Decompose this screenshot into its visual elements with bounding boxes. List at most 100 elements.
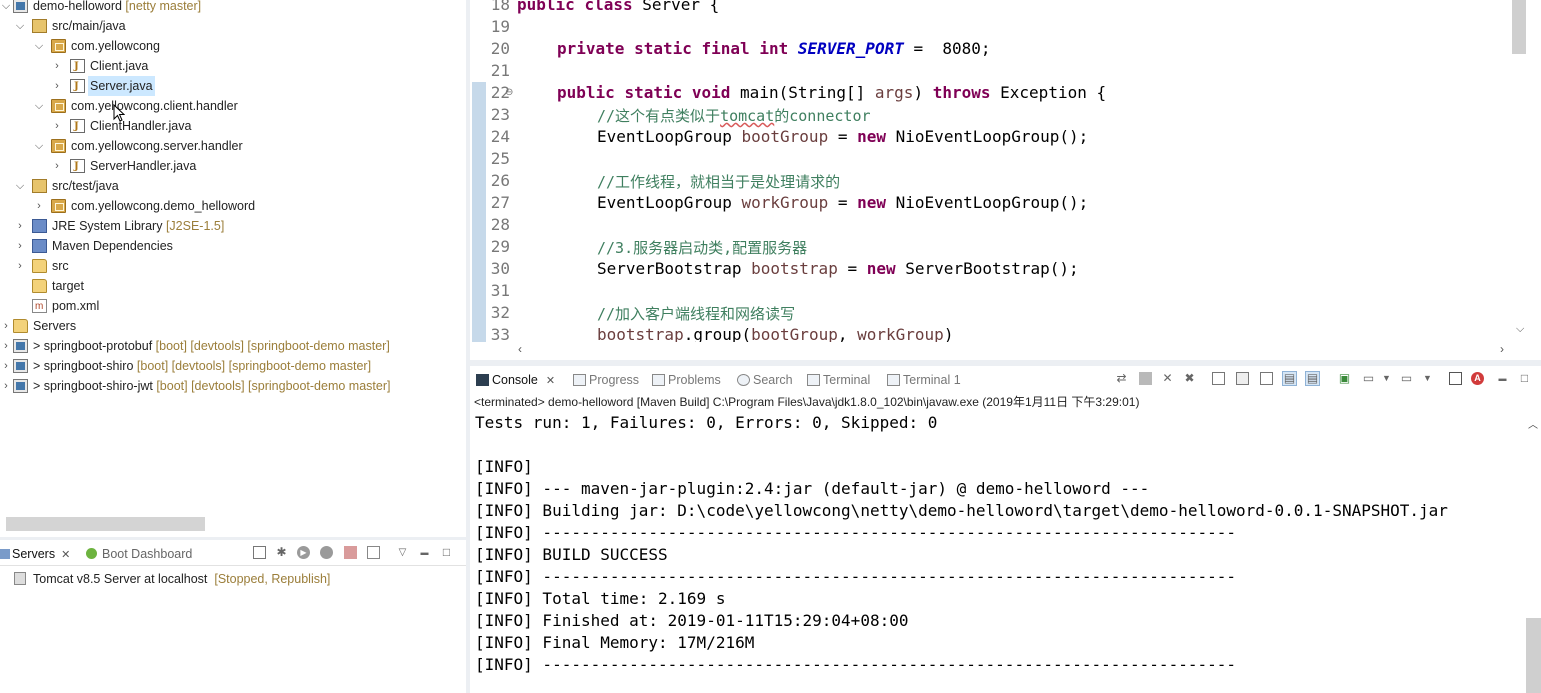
keyword: class (584, 0, 633, 14)
collapse-arrow-icon[interactable]: ⌵ (14, 16, 26, 36)
expand-arrow-icon[interactable]: › (51, 156, 63, 176)
minimize-icon[interactable]: ▬ (418, 546, 431, 559)
expand-arrow-icon[interactable]: › (14, 236, 26, 256)
java-file-icon (70, 157, 85, 177)
line-number: 30 (490, 259, 510, 278)
collapse-arrow-icon[interactable]: ⌵ (33, 36, 45, 56)
display-console-icon[interactable]: ▭ (1362, 372, 1375, 385)
expand-arrow-icon[interactable]: › (0, 316, 12, 336)
spelling-error: tomcat (720, 107, 775, 125)
expand-arrow-icon[interactable]: › (0, 356, 12, 376)
dropdown-arrow-icon[interactable]: ▼ (1421, 372, 1434, 385)
comment: //工作线程，就相当于是处理请求的 (597, 173, 841, 191)
tab-servers[interactable]: Servers ✕ (0, 545, 70, 563)
minimize-icon[interactable]: ▬ (1496, 372, 1509, 385)
search-icon (737, 374, 750, 386)
collapse-arrow-icon[interactable]: ⌵ (0, 0, 12, 16)
tab-search[interactable]: Search (737, 371, 793, 389)
remove-launch-icon[interactable]: ✕ (1161, 372, 1174, 385)
tree-item-label: com.yellowcong.server.handler (71, 139, 243, 153)
collapse-arrow-icon[interactable]: ⌵ (33, 96, 45, 116)
stop-server-icon[interactable] (344, 546, 357, 559)
code-text: = (837, 259, 867, 278)
vertical-scrollbar-thumb[interactable] (1526, 618, 1541, 693)
tab-problems[interactable]: Problems (652, 371, 721, 389)
keyword: int (759, 39, 789, 58)
remove-all-terminated-icon[interactable]: ✖ (1183, 372, 1196, 385)
publish-icon[interactable] (367, 546, 380, 559)
line-number: 18 (490, 0, 510, 14)
tab-label: Terminal (823, 373, 871, 387)
project-explorer: ⌵ demo-helloword [netty master] ⌵ src/ma… (0, 0, 466, 537)
keyword: public (557, 83, 615, 102)
collapse-arrow-icon[interactable]: ⌵ (14, 176, 26, 196)
close-icon[interactable]: ✕ (546, 375, 555, 387)
code-text: EventLoopGroup (597, 127, 742, 146)
tab-terminal-1[interactable]: Terminal 1 (887, 371, 961, 389)
profile-icon[interactable] (320, 546, 333, 559)
maven-project-icon (13, 379, 28, 393)
tree-item-label: target (52, 279, 84, 293)
console-line: [INFO] BUILD SUCCESS (475, 545, 668, 564)
expand-arrow-icon[interactable]: › (51, 76, 63, 96)
scroll-up-icon[interactable]: ︿ (1528, 416, 1538, 431)
collapse-all-icon[interactable] (253, 546, 266, 559)
tree-item-label: demo-helloword (33, 0, 122, 13)
keyword: final (701, 39, 750, 58)
maximize-icon[interactable]: □ (440, 546, 453, 559)
open-console-icon[interactable]: ▭ (1400, 372, 1413, 385)
expand-arrow-icon[interactable]: › (51, 116, 63, 136)
word-wrap-icon[interactable] (1260, 372, 1273, 385)
editor-horizontal-scrollbar[interactable]: ‹ › (470, 342, 1541, 360)
scroll-down-icon[interactable]: ⌵ (1516, 323, 1524, 336)
terminate-icon[interactable] (1139, 372, 1152, 385)
collapse-arrow-icon[interactable]: ⌵ (33, 136, 45, 156)
scroll-right-icon[interactable]: › (1500, 342, 1504, 356)
close-icon[interactable]: ✕ (61, 549, 70, 561)
fold-collapse-icon[interactable]: ⊖ (505, 87, 513, 98)
tab-terminal[interactable]: Terminal (807, 371, 870, 389)
tree-item-label: > springboot-shiro-jwt (33, 379, 153, 393)
keyword: void (691, 83, 731, 102)
ant-icon[interactable]: A (1471, 372, 1484, 385)
print-icon[interactable] (1449, 372, 1462, 385)
line-number: 20 (490, 39, 510, 58)
source-folder-icon (32, 179, 47, 193)
tab-label: Servers (12, 547, 56, 561)
scroll-left-icon[interactable]: ‹ (518, 342, 522, 356)
expand-arrow-icon[interactable]: › (51, 56, 63, 76)
maximize-icon[interactable]: □ (1518, 372, 1531, 385)
start-server-icon[interactable]: ▶ (297, 546, 310, 559)
comment: //3.服务器启动类,配置服务器 (597, 239, 808, 257)
dropdown-arrow-icon[interactable]: ▼ (1380, 372, 1393, 385)
vertical-scrollbar-thumb[interactable] (1512, 0, 1526, 54)
tab-progress[interactable]: Progress (573, 371, 639, 389)
line-number: 25 (490, 149, 510, 168)
expand-arrow-icon[interactable]: › (14, 256, 26, 276)
tree-item-label: JRE System Library (52, 219, 163, 233)
clear-console-icon[interactable] (1212, 372, 1225, 385)
show-on-stdout-icon[interactable]: ▤ (1282, 371, 1297, 386)
tree-item-label: Server.java (88, 76, 155, 96)
expand-arrow-icon[interactable]: › (33, 196, 45, 216)
git-decoration: [boot] [devtools] [springboot-demo maste… (136, 359, 372, 373)
console-line: [INFO] Finished at: 2019-01-11T15:29:04+… (475, 611, 909, 630)
show-on-stderr-icon[interactable]: ▤ (1305, 371, 1320, 386)
expand-arrow-icon[interactable]: › (0, 376, 12, 396)
expand-arrow-icon[interactable]: › (14, 216, 26, 236)
view-menu-icon[interactable]: ▽ (396, 546, 409, 559)
line-number: 27 (490, 193, 510, 212)
terminal-icon (887, 374, 900, 386)
code-text: Server { (642, 0, 720, 14)
code-editor[interactable]: 18 19 20 21 22 23 24 25 26 27 28 29 30 3… (470, 0, 1541, 360)
spring-boot-icon (86, 548, 97, 559)
disconnect-icon[interactable]: ⇄ (1115, 372, 1128, 385)
debug-icon[interactable]: ✱ (275, 546, 288, 559)
line-number: 21 (490, 61, 510, 80)
horizontal-scrollbar-thumb[interactable] (6, 517, 205, 531)
tab-console[interactable]: Console ✕ (476, 371, 555, 389)
expand-arrow-icon[interactable]: › (0, 336, 12, 356)
tab-boot-dashboard[interactable]: Boot Dashboard (86, 545, 192, 563)
scroll-lock-icon[interactable] (1236, 372, 1249, 385)
pin-console-icon[interactable]: ▣ (1338, 372, 1351, 385)
